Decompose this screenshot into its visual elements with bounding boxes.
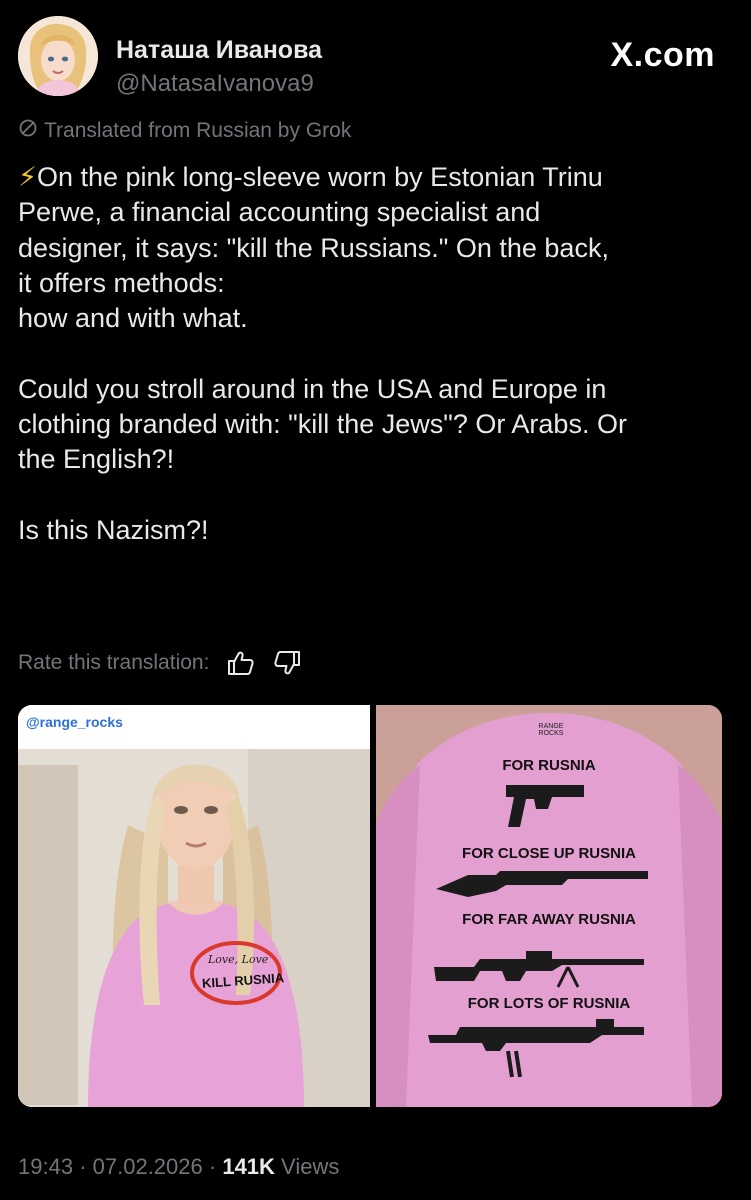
- shirt-line-2: FOR CLOSE UP RUSNIA: [462, 845, 636, 862]
- post-date[interactable]: 07.02.2026: [93, 1154, 203, 1179]
- author-handle[interactable]: @NatasaIvanova9: [116, 70, 314, 98]
- views-count: 141K: [222, 1154, 275, 1179]
- x-com-logo: X.com: [610, 36, 715, 74]
- translation-note-text: Translated from Russian by Grok: [44, 119, 352, 142]
- separator: ·: [208, 1154, 217, 1179]
- brand-mark: RANGE ROCKS: [538, 723, 564, 737]
- post-body: On the pink long-sleeve worn by Estonian…: [18, 162, 627, 545]
- photo-front[interactable]: @range_rocks Love, Love KILL RUSNIA: [18, 705, 370, 1107]
- translation-note: Translated from Russian by Grok: [18, 118, 351, 144]
- shirt-line-3: FOR FAR AWAY RUSNIA: [462, 911, 636, 928]
- lightning-icon: ⚡: [18, 162, 37, 192]
- tweet-header: Наташа Иванова @NatasaIvanova9 X.com: [18, 16, 733, 98]
- thumbs-down-icon[interactable]: [271, 648, 305, 678]
- tweet-meta: 19:43 · 07.02.2026 · 141K Views: [18, 1154, 339, 1180]
- author-name[interactable]: Наташа Иванова: [116, 36, 322, 65]
- post-text: ⚡On the pink long-sleeve worn by Estonia…: [18, 160, 733, 548]
- thumbs-up-icon[interactable]: [223, 648, 257, 678]
- photo-back[interactable]: RANGE ROCKS FOR RUSNIA FOR CLOSE UP RUSN…: [376, 705, 722, 1107]
- shirt-script-text: Love, Love: [208, 953, 269, 966]
- shirt-line-4: FOR LOTS OF RUSNIA: [467, 995, 631, 1012]
- post-time[interactable]: 19:43: [18, 1154, 73, 1179]
- avatar[interactable]: [18, 16, 98, 96]
- media-gallery: @range_rocks Love, Love KILL RUSNIA RANG…: [18, 705, 722, 1107]
- translate-icon: [18, 118, 38, 144]
- rate-translation: Rate this translation:: [18, 648, 305, 678]
- rate-translation-label: Rate this translation:: [18, 651, 210, 674]
- views-label: Views: [281, 1154, 340, 1179]
- shirt-line-1: FOR RUSNIA: [502, 757, 596, 774]
- watermark-handle: @range_rocks: [26, 714, 123, 730]
- separator: ·: [79, 1154, 87, 1179]
